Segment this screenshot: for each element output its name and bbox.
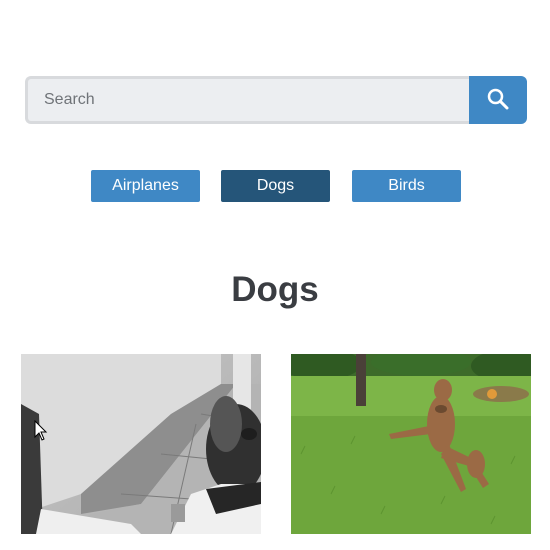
filter-button-dogs[interactable]: Dogs (221, 170, 330, 202)
search-button[interactable] (469, 76, 527, 124)
filter-buttons: Airplanes Dogs Birds (0, 170, 550, 202)
search-icon (487, 88, 509, 113)
search-bar (25, 76, 527, 124)
page: Airplanes Dogs Birds Dogs (0, 0, 550, 550)
filter-button-birds[interactable]: Birds (352, 170, 461, 202)
search-input[interactable] (25, 76, 469, 124)
filter-button-airplanes[interactable]: Airplanes (91, 170, 200, 202)
dog-photo-2[interactable] (291, 354, 531, 534)
dog-photo-1[interactable] (21, 354, 261, 534)
gallery-title: Dogs (231, 270, 319, 309)
